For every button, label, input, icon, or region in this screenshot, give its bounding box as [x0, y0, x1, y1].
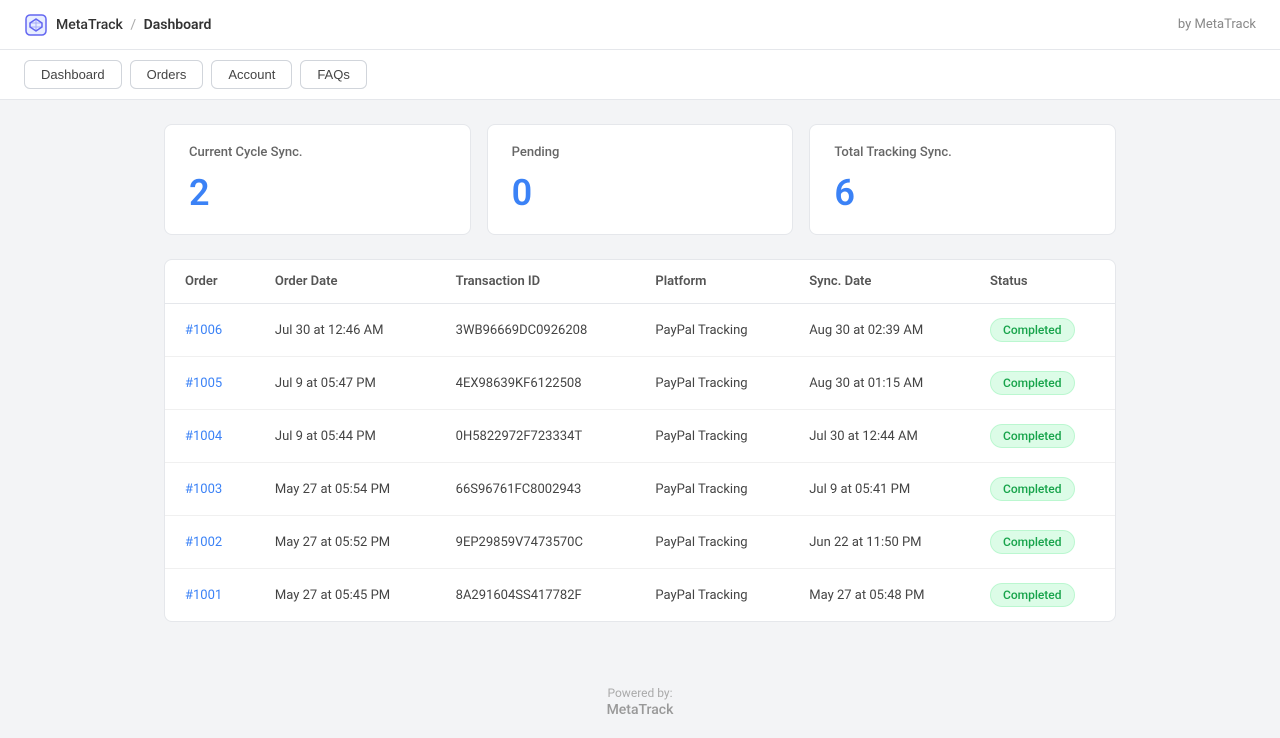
- status-badge: Completed: [990, 477, 1075, 501]
- transaction-id: 66S96761FC8002943: [436, 463, 636, 516]
- col-sync-date: Sync. Date: [789, 260, 970, 304]
- nav-faqs[interactable]: FAQs: [300, 60, 367, 89]
- order-link[interactable]: #1005: [185, 376, 222, 391]
- order-date: May 27 at 05:45 PM: [255, 569, 436, 622]
- transaction-id: 8A291604SS417782F: [436, 569, 636, 622]
- transaction-id: 4EX98639KF6122508: [436, 357, 636, 410]
- stats-row: Current Cycle Sync. 2 Pending 0 Total Tr…: [164, 124, 1116, 235]
- order-link[interactable]: #1004: [185, 429, 222, 444]
- table-row: #1006 Jul 30 at 12:46 AM3WB96669DC0926208…: [165, 304, 1115, 357]
- nav-account[interactable]: Account: [211, 60, 292, 89]
- main-nav: Dashboard Orders Account FAQs: [0, 50, 1280, 100]
- sync-date: Jul 30 at 12:44 AM: [789, 410, 970, 463]
- order-link[interactable]: #1003: [185, 482, 222, 497]
- table-row: #1002 May 27 at 05:52 PM9EP29859V7473570C…: [165, 516, 1115, 569]
- platform: PayPal Tracking: [635, 463, 789, 516]
- header-left: MetaTrack / Dashboard: [24, 13, 211, 37]
- sync-date: Aug 30 at 01:15 AM: [789, 357, 970, 410]
- status-cell: Completed: [970, 463, 1115, 516]
- stat-label-current-cycle: Current Cycle Sync.: [189, 145, 446, 160]
- transaction-id: 9EP29859V7473570C: [436, 516, 636, 569]
- order-date: Jul 9 at 05:47 PM: [255, 357, 436, 410]
- table-row: #1001 May 27 at 05:45 PM8A291604SS417782F…: [165, 569, 1115, 622]
- nav-dashboard[interactable]: Dashboard: [24, 60, 122, 89]
- status-badge: Completed: [990, 424, 1075, 448]
- status-cell: Completed: [970, 569, 1115, 622]
- main-content: Current Cycle Sync. 2 Pending 0 Total Tr…: [140, 100, 1140, 646]
- app-header: MetaTrack / Dashboard by MetaTrack: [0, 0, 1280, 50]
- platform: PayPal Tracking: [635, 410, 789, 463]
- status-cell: Completed: [970, 357, 1115, 410]
- nav-orders[interactable]: Orders: [130, 60, 204, 89]
- stat-card-current-cycle: Current Cycle Sync. 2: [164, 124, 471, 235]
- status-badge: Completed: [990, 583, 1075, 607]
- order-date: Jul 9 at 05:44 PM: [255, 410, 436, 463]
- status-cell: Completed: [970, 304, 1115, 357]
- transaction-id: 3WB96669DC0926208: [436, 304, 636, 357]
- col-order: Order: [165, 260, 255, 304]
- sync-date: Jul 9 at 05:41 PM: [789, 463, 970, 516]
- col-status: Status: [970, 260, 1115, 304]
- order-date: May 27 at 05:54 PM: [255, 463, 436, 516]
- platform: PayPal Tracking: [635, 357, 789, 410]
- order-date: May 27 at 05:52 PM: [255, 516, 436, 569]
- stat-value-current-cycle: 2: [189, 172, 446, 214]
- stat-card-pending: Pending 0: [487, 124, 794, 235]
- order-link[interactable]: #1001: [185, 588, 222, 603]
- logo-icon: [24, 13, 48, 37]
- col-platform: Platform: [635, 260, 789, 304]
- orders-table-container: Order Order Date Transaction ID Platform…: [164, 259, 1116, 622]
- table-row: #1004 Jul 9 at 05:44 PM0H5822972F723334TP…: [165, 410, 1115, 463]
- status-badge: Completed: [990, 371, 1075, 395]
- sync-date: May 27 at 05:48 PM: [789, 569, 970, 622]
- transaction-id: 0H5822972F723334T: [436, 410, 636, 463]
- table-header-row: Order Order Date Transaction ID Platform…: [165, 260, 1115, 304]
- stat-label-pending: Pending: [512, 145, 769, 160]
- platform: PayPal Tracking: [635, 569, 789, 622]
- table-row: #1003 May 27 at 05:54 PM66S96761FC8002943…: [165, 463, 1115, 516]
- status-cell: Completed: [970, 410, 1115, 463]
- stat-label-total-tracking: Total Tracking Sync.: [834, 145, 1091, 160]
- sync-date: Jun 22 at 11:50 PM: [789, 516, 970, 569]
- stat-card-total-tracking: Total Tracking Sync. 6: [809, 124, 1116, 235]
- status-badge: Completed: [990, 318, 1075, 342]
- stat-value-pending: 0: [512, 172, 769, 214]
- col-transaction-id: Transaction ID: [436, 260, 636, 304]
- sync-date: Aug 30 at 02:39 AM: [789, 304, 970, 357]
- header-title: MetaTrack / Dashboard: [56, 17, 211, 33]
- order-link[interactable]: #1002: [185, 535, 222, 550]
- platform: PayPal Tracking: [635, 304, 789, 357]
- order-date: Jul 30 at 12:46 AM: [255, 304, 436, 357]
- orders-table: Order Order Date Transaction ID Platform…: [165, 260, 1115, 621]
- status-badge: Completed: [990, 530, 1075, 554]
- footer-brand: MetaTrack: [0, 702, 1280, 718]
- header-by: by MetaTrack: [1178, 17, 1256, 32]
- stat-value-total-tracking: 6: [834, 172, 1091, 214]
- status-cell: Completed: [970, 516, 1115, 569]
- powered-by-label: Powered by:: [0, 686, 1280, 700]
- platform: PayPal Tracking: [635, 516, 789, 569]
- order-link[interactable]: #1006: [185, 323, 222, 338]
- table-row: #1005 Jul 9 at 05:47 PM4EX98639KF6122508P…: [165, 357, 1115, 410]
- page-footer: Powered by: MetaTrack: [0, 646, 1280, 738]
- col-order-date: Order Date: [255, 260, 436, 304]
